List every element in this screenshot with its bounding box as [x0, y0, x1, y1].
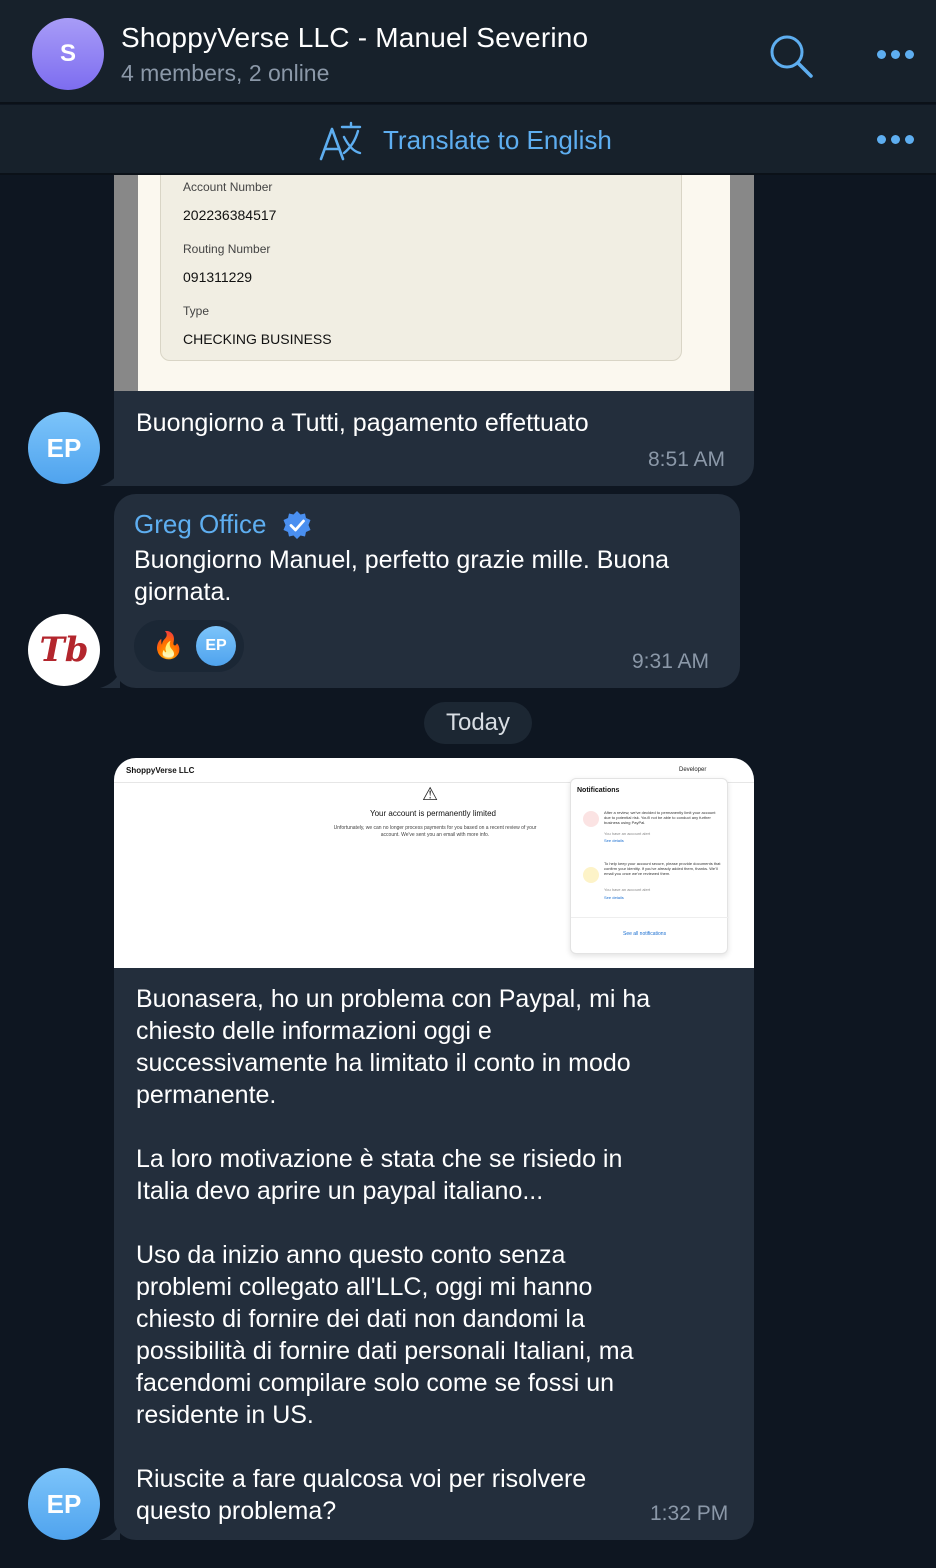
message-line: Riuscite a fare qualcosa voi per risolve…: [136, 1465, 587, 1493]
message-line: Buonasera, ho un problema con Paypal, mi…: [136, 985, 651, 1013]
date-separator: Today: [424, 702, 532, 744]
message-line: chiesto di fornire dei dati non dandomi …: [136, 1305, 585, 1333]
message-line: problemi collegato all'LLC, oggi mi hann…: [136, 1273, 593, 1301]
flag-icon: [583, 867, 599, 883]
alert-icon: [583, 811, 599, 827]
divider: [571, 917, 729, 918]
message-paragraph: Uso da inizio anno questo conto senza pr…: [136, 1239, 736, 1431]
translate-options-icon[interactable]: [877, 135, 914, 144]
message-body: Buonasera, ho un problema con Paypal, mi…: [136, 983, 736, 1527]
chat-header: S ShoppyVerse LLC - Manuel Severino 4 me…: [0, 0, 936, 104]
fire-reaction[interactable]: 🔥: [152, 630, 184, 661]
message-paragraph: Riuscite a fare qualcosa voi per risolve…: [136, 1463, 736, 1527]
sender-avatar[interactable]: EP: [28, 412, 100, 484]
message-time: 1:32 PM: [650, 1502, 729, 1525]
message-line: questo problema?: [136, 1497, 337, 1525]
message-time: 9:31 AM: [632, 650, 710, 673]
notification-link: See details: [604, 838, 624, 843]
screenshot-developer-link: Developer: [679, 767, 707, 773]
limited-headline: Your account is permanently limited: [370, 809, 496, 818]
message-text-line: Buongiorno Manuel, perfetto grazie mille…: [134, 546, 670, 574]
message-line: permanente.: [136, 1081, 277, 1109]
notification-text: After a review, we've decided to permane…: [604, 810, 716, 825]
verified-badge-icon: [283, 511, 311, 539]
bank-document-image[interactable]: Account Number 202236384517 Routing Numb…: [114, 175, 754, 391]
routing-number-value: 091311229: [183, 269, 253, 285]
message-line: residente in US.: [136, 1401, 314, 1429]
notifications-panel: Notifications After a review, we've deci…: [570, 778, 729, 954]
group-avatar[interactable]: S: [32, 18, 104, 90]
message-line: La loro motivazione è stata che se risie…: [136, 1145, 623, 1173]
warning-icon: ⚠: [422, 784, 439, 804]
account-number-value: 202236384517: [183, 207, 277, 223]
bubble-tail: [100, 672, 120, 688]
sender-avatar[interactable]: EP: [28, 1468, 100, 1540]
message-text: Buongiorno a Tutti, pagamento effettuato: [136, 409, 589, 437]
message-line: facendomi compilare solo come se fossi u…: [136, 1369, 615, 1397]
paypal-screenshot-image[interactable]: ShoppyVerse LLC Developer ⚠ Your account…: [114, 758, 754, 968]
message-text-line: giornata.: [134, 578, 232, 606]
message-line: chiesto delle informazioni oggi e: [136, 1017, 492, 1045]
message-line: Uso da inizio anno questo conto senza: [136, 1241, 566, 1269]
message-time: 8:51 AM: [648, 448, 726, 471]
reactions-bar[interactable]: 🔥 EP: [134, 620, 244, 672]
message-line: successivamente ha limitato il conto in …: [136, 1049, 631, 1077]
limited-body: Unfortunately, we can no longer process …: [333, 825, 537, 838]
message-paragraph: Buonasera, ho un problema con Paypal, mi…: [136, 983, 736, 1111]
sender-logo-text: Tb: [39, 630, 89, 670]
routing-number-label: Routing Number: [183, 242, 271, 256]
more-options-icon[interactable]: [877, 50, 914, 59]
translate-bar[interactable]: Translate to English: [0, 105, 936, 175]
notification-sub: You have an account alert: [604, 887, 651, 892]
search-icon[interactable]: [768, 33, 814, 79]
type-label: Type: [183, 304, 210, 318]
bank-details-card: Account Number 202236384517 Routing Numb…: [160, 175, 682, 361]
translate-label[interactable]: Translate to English: [383, 125, 612, 156]
bubble-tail: [100, 470, 120, 486]
account-number-label: Account Number: [183, 180, 273, 194]
notification-sub: You have an account alert: [604, 831, 651, 836]
document-paper: Account Number 202236384517 Routing Numb…: [138, 175, 730, 391]
message-line: Italia devo aprire un paypal italiano...: [136, 1177, 544, 1205]
bubble-tail: [100, 1524, 120, 1540]
translate-icon: [319, 121, 362, 161]
message-paragraph: La loro motivazione è stata che se risie…: [136, 1143, 736, 1207]
notification-link: See details: [604, 895, 624, 900]
reaction-user-avatar: EP: [196, 626, 236, 666]
notification-text: To help keep your account secure, please…: [604, 861, 721, 876]
type-value: CHECKING BUSINESS: [183, 331, 332, 347]
sender-name[interactable]: Greg Office: [134, 509, 266, 540]
screenshot-brand: ShoppyVerse LLC: [126, 766, 195, 775]
see-all-notifications-link: See all notifications: [623, 931, 667, 937]
chat-subtitle: 4 members, 2 online: [121, 60, 330, 86]
sender-logo-avatar[interactable]: Tb: [28, 614, 100, 686]
notifications-title: Notifications: [577, 787, 620, 794]
chat-title[interactable]: ShoppyVerse LLC - Manuel Severino: [121, 22, 588, 54]
message-line: possibilità di fornire dati personali It…: [136, 1337, 634, 1365]
